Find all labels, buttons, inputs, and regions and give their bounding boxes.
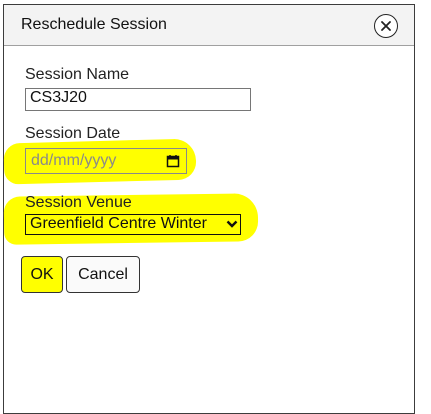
- reschedule-dialog: Reschedule Session Session Name CS3J20 S…: [3, 4, 415, 414]
- session-date-placeholder: dd/mm/yyyy: [31, 152, 117, 169]
- session-venue-label: Session Venue: [25, 194, 132, 211]
- cancel-button[interactable]: Cancel: [66, 256, 140, 293]
- dialog-title: Reschedule Session: [21, 16, 167, 33]
- session-date-label: Session Date: [25, 125, 121, 142]
- session-date-input[interactable]: dd/mm/yyyy: [25, 148, 187, 174]
- dialog-body: Session Name CS3J20 Session Date dd/mm/y…: [3, 47, 414, 413]
- session-name-label: Session Name: [25, 66, 130, 83]
- close-button[interactable]: [374, 14, 398, 38]
- calendar-icon[interactable]: [166, 154, 180, 168]
- ok-button[interactable]: OK: [21, 256, 63, 293]
- chevron-down-icon: [226, 218, 238, 230]
- session-name-input[interactable]: CS3J20: [25, 88, 251, 111]
- session-venue-select[interactable]: Greenfield Centre Winter: [25, 214, 241, 235]
- close-icon: [381, 21, 391, 31]
- session-name-value: CS3J20: [30, 89, 87, 106]
- dialog-titlebar: Reschedule Session: [4, 5, 414, 46]
- session-venue-selected: Greenfield Centre Winter: [30, 215, 207, 232]
